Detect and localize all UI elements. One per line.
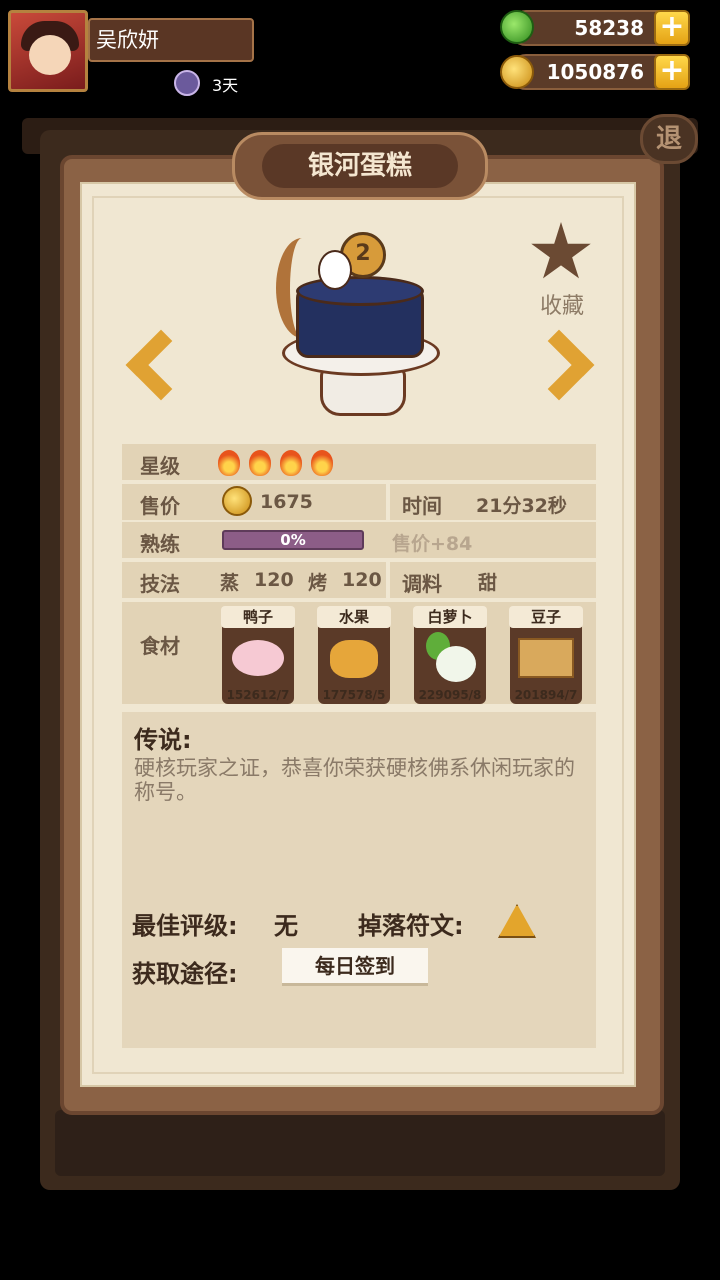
ingredient-name: 鸭子 xyxy=(221,606,295,628)
skill-label: 熟练 xyxy=(140,532,180,556)
back-button[interactable]: 退 xyxy=(640,114,698,164)
beans-box-icon xyxy=(518,638,574,678)
price-label: 售价 xyxy=(140,494,180,518)
add-jade-button[interactable]: + xyxy=(654,10,690,46)
seasoning-value: 甜 xyxy=(478,572,498,594)
legend-text: 硬核玩家之证，恭喜你荣获硬核佛系休闲玩家的称号。 xyxy=(134,756,575,804)
ingredient-name: 豆子 xyxy=(509,606,583,628)
fruit-icon xyxy=(330,640,378,678)
time-label: 时间 xyxy=(402,494,442,518)
technique-steam-value: 120 xyxy=(254,569,294,591)
technique-bake-value: 120 xyxy=(342,569,382,591)
player-name: 吴欣妍 xyxy=(88,18,254,62)
price-value: 1675 xyxy=(260,491,313,513)
legend-title: 传说: xyxy=(134,726,192,754)
login-days: 3天 xyxy=(212,76,239,95)
star-label: 星级 xyxy=(140,454,180,478)
drop-rune-label: 掉落符文: xyxy=(358,912,464,940)
dish-title: 银河蛋糕 xyxy=(307,151,412,181)
source-label: 获取途径: xyxy=(132,960,238,988)
radish-icon xyxy=(436,646,476,682)
duck-figure xyxy=(318,250,352,290)
jade-icon xyxy=(500,10,534,44)
duck-icon xyxy=(232,640,284,676)
star-row xyxy=(122,444,596,480)
ingredient-name: 白萝卜 xyxy=(413,606,487,628)
flame-icon xyxy=(280,450,302,476)
technique-bake: 烤 xyxy=(308,572,328,594)
ingredient-count: 229095/8 xyxy=(418,688,482,702)
skill-progress-bar: 0% xyxy=(222,530,364,550)
skill-bonus: 售价+84 xyxy=(392,533,473,555)
best-rating-label: 最佳评级: xyxy=(132,912,238,940)
ingredient-count: 201894/7 xyxy=(514,688,578,702)
ingredients-label: 食材 xyxy=(140,634,180,658)
scroll-bottom-rod xyxy=(55,1110,665,1176)
ingredient-count: 152612/7 xyxy=(226,688,290,702)
favorite-label[interactable]: 收藏 xyxy=(530,288,594,320)
flame-icon xyxy=(311,450,333,476)
best-rating-value: 无 xyxy=(274,912,298,940)
player-avatar[interactable] xyxy=(8,10,88,92)
login-days-icon xyxy=(174,70,200,96)
technique-label: 技法 xyxy=(140,572,180,596)
technique-steam: 蒸 xyxy=(220,572,240,594)
seasoning-label: 调料 xyxy=(402,572,442,596)
avatar-face xyxy=(29,35,71,75)
gold-coin-icon xyxy=(222,486,252,516)
ingredient-name: 水果 xyxy=(317,606,391,628)
flame-icon xyxy=(218,450,240,476)
daily-checkin-button[interactable]: 每日签到 xyxy=(282,948,428,986)
time-value: 21分32秒 xyxy=(476,495,567,517)
cake-top xyxy=(296,276,424,306)
ingredient-count: 177578/5 xyxy=(322,688,386,702)
flame-icon xyxy=(249,450,271,476)
gold-coin-icon xyxy=(500,55,534,89)
add-gold-button[interactable]: + xyxy=(654,54,690,90)
